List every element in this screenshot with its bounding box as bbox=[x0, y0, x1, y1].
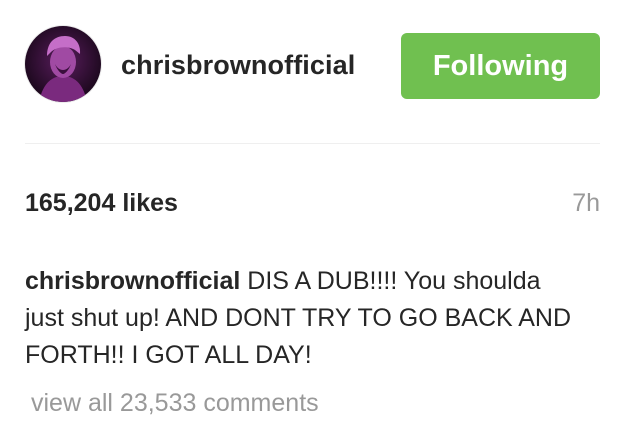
caption: chrisbrownofficial DIS A DUB!!!! You sho… bbox=[25, 263, 585, 374]
following-button[interactable]: Following bbox=[401, 33, 600, 99]
likes-count[interactable]: 165,204 likes bbox=[25, 189, 178, 218]
caption-username[interactable]: chrisbrownofficial bbox=[25, 267, 240, 295]
avatar[interactable] bbox=[25, 26, 101, 102]
post-header: chrisbrownofficial Following bbox=[25, 24, 600, 112]
avatar-photo bbox=[25, 26, 101, 102]
view-all-comments-link[interactable]: view all 23,533 comments bbox=[31, 389, 319, 418]
divider bbox=[25, 143, 600, 144]
username[interactable]: chrisbrownofficial bbox=[121, 50, 355, 81]
post-card: chrisbrownofficial Following 165,204 lik… bbox=[0, 0, 632, 428]
post-time: 7h bbox=[572, 189, 600, 217]
